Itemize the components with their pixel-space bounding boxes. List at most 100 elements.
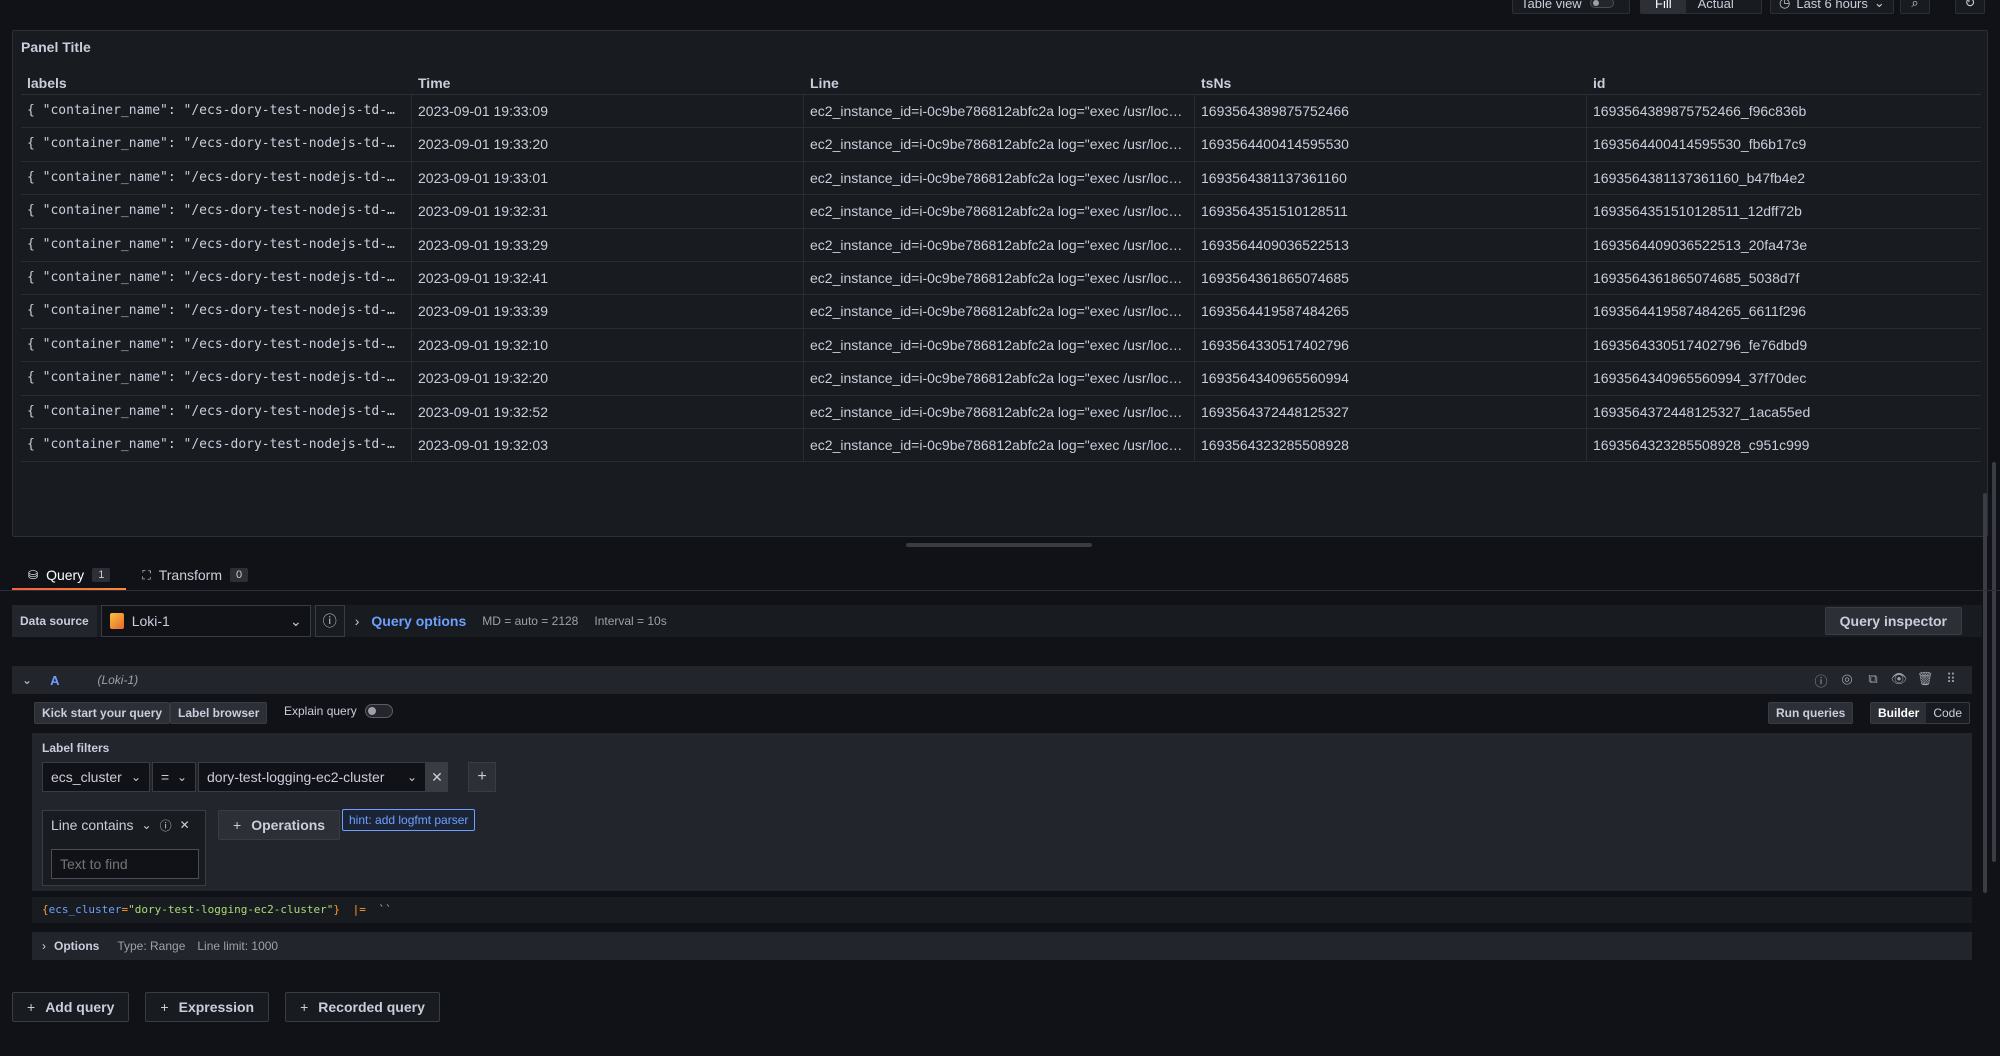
- cell-labels: { "container_name": "/ecs-dory-test-node…: [21, 261, 412, 295]
- label-operator-select[interactable]: = ⌄: [152, 762, 196, 792]
- builder-mode-button[interactable]: Builder: [1871, 703, 1927, 723]
- close-icon[interactable]: ✕: [180, 818, 190, 832]
- table-row[interactable]: { "container_name": "/ecs-dory-test-node…: [21, 228, 1981, 262]
- zoom-out-button[interactable]: ⌕: [1900, 0, 1930, 14]
- cell-labels: { "container_name": "/ecs-dory-test-node…: [21, 195, 412, 228]
- column-header-labels[interactable]: labels: [21, 69, 412, 94]
- datasource-help-button[interactable]: ⓘ: [314, 605, 345, 637]
- datasource-label: Data source: [12, 605, 97, 637]
- table-row[interactable]: { "container_name": "/ecs-dory-test-node…: [21, 328, 1981, 363]
- cell-time: 2023-09-01 19:33:20: [412, 128, 804, 161]
- operations-label: Operations: [251, 817, 326, 833]
- remove-filter-button[interactable]: ✕: [426, 762, 448, 792]
- query-options-link[interactable]: Query options: [371, 613, 466, 629]
- column-header-id[interactable]: id: [1587, 69, 1981, 94]
- explain-query-switch[interactable]: [364, 704, 393, 718]
- cell-line: ec2_instance_id=i-0c9be786812abfc2a log=…: [804, 328, 1195, 362]
- editor-mode-switch: Builder Code: [1870, 702, 1971, 724]
- label-key-value: ecs_cluster: [51, 769, 122, 785]
- tab-transform[interactable]: ⛶ Transform 0: [126, 560, 264, 590]
- time-range-picker[interactable]: ◷ Last 6 hours ⌄: [1770, 0, 1894, 14]
- add-filter-button[interactable]: +: [468, 762, 496, 792]
- tab-query[interactable]: ⛁ Query 1: [12, 560, 127, 591]
- editor-tabs: ⛁ Query 1 ⛶ Transform 0: [12, 560, 264, 591]
- datasource-picker[interactable]: Loki-1 ⌄: [100, 605, 311, 637]
- operations-button[interactable]: + Operations: [218, 810, 341, 840]
- expression-label: Expression: [178, 999, 255, 1015]
- table-view-toggle[interactable]: Table view: [1512, 0, 1630, 14]
- cell-id: 1693564381137361160_b47fb4e2: [1593, 169, 1806, 186]
- code-mode-button[interactable]: Code: [1926, 703, 1969, 723]
- table-row[interactable]: { "container_name": "/ecs-dory-test-node…: [21, 428, 1981, 463]
- cell-tsns: 1693564400414595530: [1195, 128, 1587, 161]
- chevron-down-icon[interactable]: ⌄: [142, 818, 152, 832]
- add-query-button[interactable]: + Add query: [12, 992, 130, 1022]
- query-letter[interactable]: A: [50, 673, 59, 688]
- cell-id: 1693564323285508928_c951c999: [1593, 436, 1810, 453]
- cell-line: ec2_instance_id=i-0c9be786812abfc2a log=…: [804, 128, 1195, 161]
- line-contains-label[interactable]: Line contains: [51, 817, 134, 833]
- cell-tsns: 1693564419587484265: [1195, 295, 1587, 328]
- drag-handle-icon[interactable]: ⠿: [1938, 671, 1964, 690]
- cell-labels: { "container_name": "/ecs-dory-test-node…: [21, 95, 412, 128]
- cell-line: ec2_instance_id=i-0c9be786812abfc2a log=…: [804, 428, 1195, 462]
- chevron-down-icon: ⌄: [1873, 0, 1885, 10]
- table-row[interactable]: { "container_name": "/ecs-dory-test-node…: [21, 395, 1981, 429]
- run-queries-button[interactable]: Run queries: [1768, 702, 1854, 724]
- fill-button[interactable]: Fill: [1641, 0, 1686, 13]
- cell-tsns: 1693564381137361160: [1195, 161, 1587, 195]
- cell-line: ec2_instance_id=i-0c9be786812abfc2a log=…: [804, 362, 1195, 395]
- explain-query-label: Explain query: [284, 704, 357, 718]
- label-value-select[interactable]: dory-test-logging-ec2-cluster ⌄: [198, 762, 426, 792]
- options-row[interactable]: › Options Type: Range Line limit: 1000: [32, 932, 1972, 960]
- table-row[interactable]: { "container_name": "/ecs-dory-test-node…: [21, 95, 1981, 129]
- query-options-toggle[interactable]: › Query options MD = auto = 2128 Interva…: [355, 613, 667, 629]
- cell-time: 2023-09-01 19:33:39: [412, 295, 804, 328]
- raw-value: "dory-test-logging-ec2-cluster": [128, 903, 334, 916]
- line-contains-header: Line contains ⌄ ⓘ ✕: [43, 811, 205, 839]
- cell-labels: { "container_name": "/ecs-dory-test-node…: [21, 295, 412, 328]
- table-row[interactable]: { "container_name": "/ecs-dory-test-node…: [21, 295, 1981, 329]
- label-key-select[interactable]: ecs_cluster ⌄: [42, 762, 150, 792]
- expression-button[interactable]: + Expression: [145, 992, 270, 1022]
- cell-tsns: 1693564330517402796: [1195, 328, 1587, 362]
- trash-icon[interactable]: 🗑: [1912, 671, 1938, 690]
- help-icon[interactable]: ⓘ: [1808, 671, 1834, 690]
- column-header-line[interactable]: Line: [804, 69, 1195, 94]
- duplicate-icon[interactable]: ⧉: [1860, 671, 1886, 690]
- kick-start-button[interactable]: Kick start your query: [34, 702, 171, 724]
- options-type: Type: Range: [117, 939, 186, 953]
- collapse-icon[interactable]: ⌄: [22, 673, 32, 687]
- clock-icon: ◷: [1779, 0, 1791, 10]
- max-data-points: MD = auto = 2128: [482, 614, 579, 628]
- cell-line: ec2_instance_id=i-0c9be786812abfc2a log=…: [804, 195, 1195, 228]
- cell-labels: { "container_name": "/ecs-dory-test-node…: [21, 362, 412, 395]
- refresh-button[interactable]: ↻: [1955, 0, 1985, 14]
- transform-icon: ⛶: [142, 567, 151, 582]
- column-header-time[interactable]: Time: [412, 69, 804, 94]
- hint-add-logfmt-parser[interactable]: hint: add logfmt parser: [342, 809, 476, 831]
- column-header-tsns[interactable]: tsNs: [1195, 69, 1587, 94]
- info-icon[interactable]: ⓘ: [160, 817, 172, 834]
- recorded-query-button[interactable]: + Recorded query: [285, 992, 440, 1022]
- explain-query-toggle[interactable]: Explain query: [284, 704, 393, 718]
- table-body: { "container_name": "/ecs-dory-test-node…: [21, 95, 1981, 463]
- table-view-switch[interactable]: [1589, 0, 1614, 8]
- table-row[interactable]: { "container_name": "/ecs-dory-test-node…: [21, 261, 1981, 296]
- page-scrollbar[interactable]: [1992, 462, 1996, 862]
- text-to-find-input[interactable]: [51, 849, 199, 879]
- top-toolbar: Table view Fill Actual ◷ Last 6 hours ⌄ …: [0, 0, 2000, 24]
- eye-icon[interactable]: 👁: [1886, 671, 1912, 690]
- label-operator-value: =: [161, 769, 170, 785]
- actual-button[interactable]: Actual: [1686, 0, 1746, 11]
- table-row[interactable]: { "container_name": "/ecs-dory-test-node…: [21, 362, 1981, 396]
- inspect-icon[interactable]: ◎: [1834, 671, 1860, 690]
- table-row[interactable]: { "container_name": "/ecs-dory-test-node…: [21, 128, 1981, 162]
- panel-scrollbar[interactable]: [1983, 493, 1987, 893]
- panel-resize-handle[interactable]: [906, 543, 1092, 547]
- table-row[interactable]: { "container_name": "/ecs-dory-test-node…: [21, 195, 1981, 229]
- table-row[interactable]: { "container_name": "/ecs-dory-test-node…: [21, 161, 1981, 196]
- label-browser-button[interactable]: Label browser: [170, 702, 268, 724]
- query-inspector-button[interactable]: Query inspector: [1824, 607, 1962, 635]
- query-toolbar: Kick start your query Label browser Expl…: [32, 698, 1972, 728]
